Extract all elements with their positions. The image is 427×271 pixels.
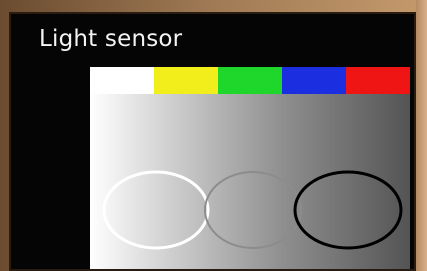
swatch-white [90,67,154,94]
swatch-green [218,67,282,94]
device-bezel-edge [416,0,427,271]
gray-ring [204,171,302,249]
device-frame: Light sensor [0,0,427,271]
screen-title: Light sensor [39,26,183,52]
sensor-screen: Light sensor [9,12,416,271]
white-ring [102,170,210,250]
light-sensor-display [90,67,410,269]
swatch-yellow [154,67,218,94]
swatch-red [346,67,410,94]
color-swatch-bar [90,67,410,94]
ring-overlay [102,170,403,250]
black-ring [293,170,403,250]
swatch-blue [282,67,346,94]
